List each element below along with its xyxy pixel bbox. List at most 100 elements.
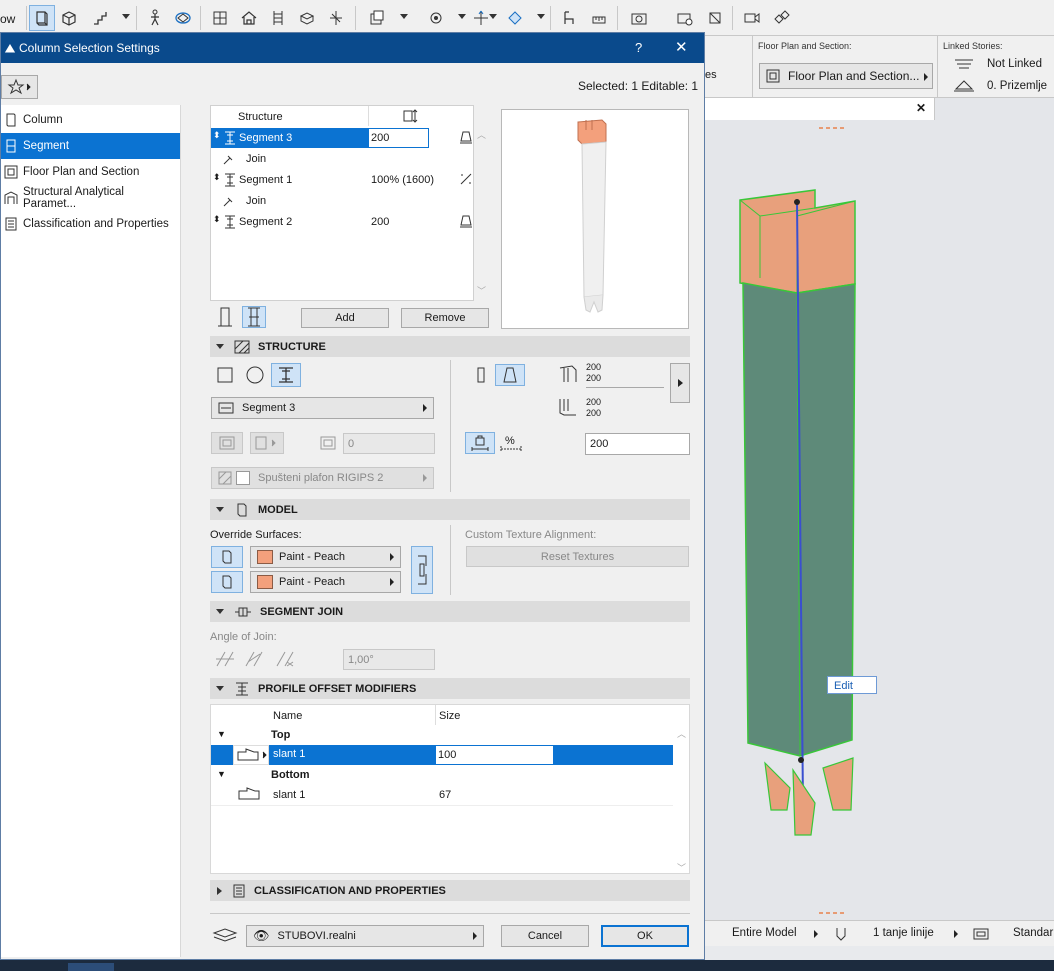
override-surface-toggle-2[interactable]	[211, 571, 243, 593]
veneer-button[interactable]	[250, 432, 284, 454]
chevron-down-icon[interactable]	[458, 14, 466, 19]
override-surface-toggle-1[interactable]	[211, 546, 243, 568]
drag-handle-icon[interactable]: ⬍	[213, 172, 221, 183]
chevron-right-icon[interactable]	[954, 930, 958, 938]
reset-textures-button[interactable]: Reset Textures	[466, 546, 689, 567]
classification-section-header[interactable]: CLASSIFICATION AND PROPERTIES	[210, 880, 690, 901]
add-button[interactable]: Add	[301, 308, 389, 328]
join-angle-3-icon[interactable]	[275, 650, 295, 668]
drag-handle-icon[interactable]: ⬍	[213, 214, 221, 225]
nav-item-segment[interactable]: Segment	[1, 133, 180, 159]
layer-dropdown[interactable]: 👁 STUBOVI.realni	[246, 925, 484, 947]
column-tool-button[interactable]	[29, 5, 55, 31]
close-button[interactable]: ✕	[675, 38, 688, 56]
join-label[interactable]: Join	[246, 153, 266, 165]
linked-top-icon[interactable]	[952, 56, 976, 72]
chain-surfaces-button[interactable]	[411, 546, 433, 594]
percent-profile-icon[interactable]	[459, 172, 473, 186]
ok-button[interactable]: OK	[601, 925, 689, 947]
structure-section-header[interactable]: STRUCTURE	[210, 336, 690, 357]
view-label[interactable]: Standar	[1013, 927, 1053, 939]
scroll-up-icon[interactable]: ︿	[677, 727, 686, 740]
nav-item-classification[interactable]: Classification and Properties	[1, 211, 180, 237]
profile-icon[interactable]	[459, 214, 473, 228]
straight-segment-button[interactable]	[469, 364, 493, 386]
chair-button[interactable]	[556, 5, 582, 31]
chevron-right-icon[interactable]	[814, 930, 818, 938]
segment-height-input[interactable]: 200	[585, 433, 690, 455]
circle-shape-button[interactable]	[243, 364, 267, 386]
scroll-up-icon[interactable]: ︿	[477, 128, 486, 141]
house-button[interactable]	[236, 5, 262, 31]
beam-tool-button[interactable]	[56, 5, 82, 31]
grid-button[interactable]	[207, 5, 233, 31]
surface-2-dropdown[interactable]: Paint - Peach	[250, 571, 401, 593]
nav-item-column[interactable]: Column	[1, 107, 180, 133]
chevron-down-icon[interactable]	[537, 14, 545, 19]
nav-item-floor-plan[interactable]: Floor Plan and Section	[1, 159, 180, 185]
walk-button[interactable]	[142, 5, 168, 31]
scroll-down-icon[interactable]: ﹀	[477, 284, 486, 297]
tapered-segment-button[interactable]	[495, 364, 525, 386]
gear-cube-button[interactable]	[423, 5, 449, 31]
model-section-header[interactable]: MODEL	[210, 499, 690, 520]
profile-shape-button[interactable]	[271, 363, 301, 387]
profile-icon[interactable]	[459, 130, 473, 144]
camera-settings-button[interactable]	[672, 5, 698, 31]
segment-value[interactable]: 100% (1600)	[371, 174, 434, 186]
ladder-button[interactable]	[265, 5, 291, 31]
join-label[interactable]: Join	[246, 195, 266, 207]
3d-viewport[interactable]	[705, 98, 1054, 920]
linked-bottom-icon[interactable]	[952, 77, 976, 93]
layer-button[interactable]	[364, 5, 390, 31]
core-button[interactable]	[211, 432, 243, 454]
view-icon[interactable]	[973, 927, 989, 941]
dialog-title-bar[interactable]: Column Selection Settings ? ✕	[1, 33, 704, 63]
profile-offset-section-header[interactable]: PROFILE OFFSET MODIFIERS	[210, 678, 690, 699]
axis-button[interactable]	[323, 5, 349, 31]
remove-button[interactable]: Remove	[401, 308, 489, 328]
join-angle-1-icon[interactable]	[215, 650, 235, 668]
object-button[interactable]	[294, 5, 320, 31]
surface-dropdown[interactable]: Spušteni plafon RIGIPS 2	[211, 467, 434, 489]
angle-of-join-input[interactable]: 1,00°	[343, 649, 435, 670]
morph-button[interactable]	[170, 5, 196, 31]
scroll-down-icon[interactable]: ﹀	[677, 861, 686, 874]
modifier-size-input[interactable]: 100	[435, 745, 554, 765]
camera-button[interactable]	[626, 5, 652, 31]
percent-height-button[interactable]: %	[499, 434, 523, 454]
segment-value-input[interactable]: 200	[368, 128, 429, 148]
chevron-down-icon[interactable]	[489, 14, 497, 19]
expand-top-icon[interactable]: ▼	[217, 729, 226, 739]
segment-dropdown[interactable]: Segment 3	[211, 397, 434, 419]
segment-name[interactable]: Segment 1	[239, 174, 292, 186]
close-tab-icon[interactable]: ✕	[916, 101, 926, 115]
surface-1-dropdown[interactable]: Paint - Peach	[250, 546, 401, 568]
fixed-height-button[interactable]	[465, 432, 495, 454]
measure-button[interactable]	[586, 5, 612, 31]
multi-segment-button[interactable]	[242, 306, 266, 328]
modifier-name[interactable]: slant 1	[273, 789, 305, 801]
pen-icon[interactable]	[835, 926, 847, 942]
taskbar-item[interactable]	[68, 963, 114, 971]
render-button[interactable]	[502, 5, 528, 31]
help-button[interactable]: ?	[635, 40, 642, 55]
offset-input[interactable]: 0	[343, 433, 435, 454]
cancel-button[interactable]: Cancel	[501, 925, 589, 947]
table-scrollbar[interactable]	[475, 126, 476, 302]
favorites-button[interactable]	[1, 75, 38, 99]
chevron-down-icon[interactable]	[400, 14, 408, 19]
scope-label[interactable]: Entire Model	[732, 927, 797, 939]
segment-name[interactable]: Segment 2	[239, 216, 292, 228]
floor-plan-dropdown[interactable]: Floor Plan and Section...	[759, 63, 933, 89]
single-segment-button[interactable]	[213, 306, 237, 328]
segment-join-section-header[interactable]: SEGMENT JOIN	[210, 601, 690, 622]
video-button[interactable]	[739, 5, 765, 31]
profile-expand-button[interactable]	[670, 363, 690, 403]
segment-value[interactable]: 200	[371, 216, 389, 228]
modifier-size[interactable]: 67	[439, 789, 451, 801]
chevron-down-icon[interactable]	[122, 14, 130, 19]
marker-button[interactable]	[702, 5, 728, 31]
join-angle-2-icon[interactable]	[244, 650, 264, 668]
3d-view-tab[interactable]: ✕	[705, 98, 935, 120]
